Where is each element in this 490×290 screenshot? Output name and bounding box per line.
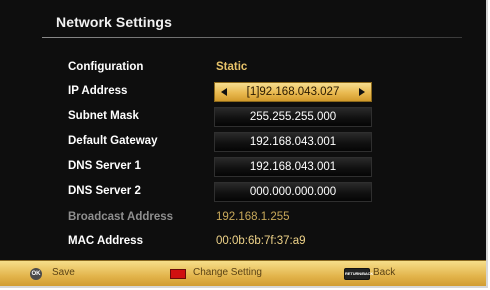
- mac-address-value: 00:0b:6b:7f:37:a9: [216, 235, 306, 247]
- row-subnet-mask[interactable]: Subnet Mask 255.255.255.000: [0, 107, 486, 129]
- ip-address-label: IP Address: [68, 85, 128, 97]
- network-settings-screen: Network Settings Configuration Static IP…: [0, 0, 488, 288]
- default-gateway-value: 192.168.043.001: [249, 136, 337, 148]
- title-divider: [42, 37, 462, 38]
- triangle-left-icon[interactable]: [221, 88, 227, 96]
- mac-address-label: MAC Address: [68, 235, 143, 247]
- change-setting-hint[interactable]: Change Setting: [193, 267, 262, 278]
- broadcast-address-value: 192.168.1.255: [216, 211, 290, 223]
- dns-server-1-value: 192.168.043.001: [249, 161, 337, 173]
- save-hint[interactable]: Save: [52, 267, 75, 278]
- page-title: Network Settings: [56, 14, 172, 30]
- red-key-icon[interactable]: [170, 269, 186, 279]
- broadcast-address-label: Broadcast Address: [68, 211, 174, 223]
- subnet-mask-value: 255.255.255.000: [249, 111, 337, 123]
- configuration-value[interactable]: Static: [216, 61, 247, 73]
- row-configuration[interactable]: Configuration Static: [0, 58, 486, 80]
- dns-server-1-field[interactable]: 192.168.043.001: [214, 157, 372, 177]
- row-default-gateway[interactable]: Default Gateway 192.168.043.001: [0, 132, 486, 154]
- dns-server-2-value: 000.000.000.000: [249, 186, 337, 198]
- ip-address-value: [1]92.168.043.027: [246, 86, 340, 98]
- default-gateway-field[interactable]: 192.168.043.001: [214, 132, 372, 152]
- triangle-right-icon[interactable]: [359, 88, 365, 96]
- back-hint[interactable]: Back: [373, 267, 395, 278]
- dns-server-2-field[interactable]: 000.000.000.000: [214, 182, 372, 202]
- dns-server-2-label: DNS Server 2: [68, 185, 141, 197]
- ok-button-icon[interactable]: OK: [30, 268, 42, 280]
- row-dns-server-2[interactable]: DNS Server 2 000.000.000.000: [0, 182, 486, 204]
- dns-server-1-label: DNS Server 1: [68, 160, 141, 172]
- row-dns-server-1[interactable]: DNS Server 1 192.168.043.001: [0, 157, 486, 179]
- subnet-mask-label: Subnet Mask: [68, 110, 139, 122]
- configuration-label: Configuration: [68, 61, 144, 73]
- row-ip-address[interactable]: IP Address [1]92.168.043.027: [0, 82, 486, 104]
- row-mac-address: MAC Address 00:0b:6b:7f:37:a9: [0, 232, 486, 254]
- return-key-icon[interactable]: RETURN/BACK: [344, 268, 373, 280]
- ip-address-field[interactable]: [1]92.168.043.027: [214, 82, 372, 102]
- row-broadcast-address: Broadcast Address 192.168.1.255: [0, 208, 486, 230]
- default-gateway-label: Default Gateway: [68, 135, 158, 147]
- footer-bar: OK Save Change Setting RETURN/BACK Back: [0, 260, 486, 286]
- subnet-mask-field[interactable]: 255.255.255.000: [214, 107, 372, 127]
